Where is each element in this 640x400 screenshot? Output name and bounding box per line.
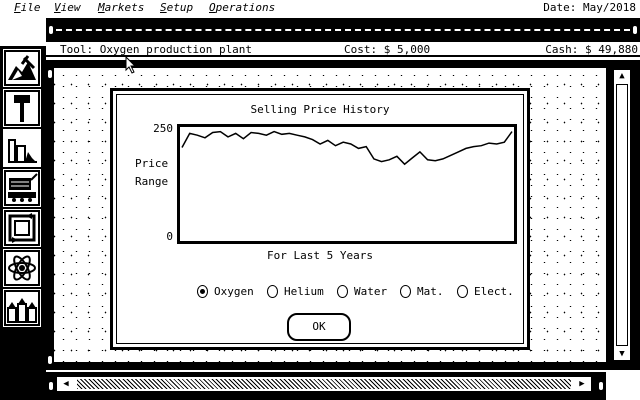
y-axis-label-line1: Price bbox=[135, 157, 169, 170]
radio-circle[interactable] bbox=[400, 284, 411, 298]
price-history-dialog: Selling Price History 250 0 Price Range … bbox=[110, 88, 530, 350]
bolt-icon bbox=[49, 26, 53, 34]
radio-water[interactable]: Water bbox=[337, 283, 387, 299]
current-tool-label: Tool: Oxygen production plant bbox=[60, 43, 253, 56]
mining-tool-button[interactable] bbox=[3, 49, 41, 87]
vertical-scroll-track[interactable] bbox=[616, 84, 628, 346]
bolt-icon bbox=[49, 382, 53, 390]
status-bar: Tool: Oxygen production plant Cost: $ 5,… bbox=[46, 43, 640, 57]
dialog-title: Selling Price History bbox=[250, 103, 390, 116]
hammer-tool-button[interactable] bbox=[3, 89, 41, 127]
recycle-button[interactable] bbox=[3, 209, 41, 247]
price-chart-svg bbox=[181, 130, 513, 166]
radio-oxygen[interactable]: Oxygen bbox=[197, 283, 254, 299]
transport-vehicle-icon bbox=[8, 173, 38, 202]
scroll-up-icon[interactable]: ▲ bbox=[617, 71, 627, 81]
menu-view[interactable]: View bbox=[54, 1, 81, 15]
menu-file[interactable]: File bbox=[14, 1, 41, 15]
horizontal-scroll-frame: ◀ ▶ bbox=[46, 372, 606, 400]
radio-helium[interactable]: Helium bbox=[267, 283, 324, 299]
habitat-buildings-icon bbox=[7, 298, 37, 323]
hammer-tool-icon bbox=[14, 95, 30, 122]
cost-label: Cost: $ 5,000 bbox=[344, 43, 431, 56]
radio-circle[interactable] bbox=[197, 284, 208, 298]
y-tick-bottom: 0 bbox=[166, 230, 173, 243]
tool-palette bbox=[0, 46, 46, 400]
horizontal-scroll-track[interactable] bbox=[77, 379, 571, 389]
x-axis-label: For Last 5 Years bbox=[267, 249, 373, 262]
production-plant-icon bbox=[8, 139, 37, 163]
bolt-icon bbox=[633, 26, 637, 34]
mouse-pointer-icon bbox=[125, 56, 137, 74]
scroll-left-icon[interactable]: ◀ bbox=[59, 378, 73, 390]
atom-research-button[interactable] bbox=[3, 249, 41, 287]
title-banner bbox=[46, 18, 640, 42]
production-plant-button[interactable] bbox=[3, 129, 41, 167]
atom-research-icon bbox=[8, 255, 36, 281]
recycle-icon bbox=[8, 213, 36, 243]
y-tick-top: 250 bbox=[153, 122, 173, 135]
menu-operations[interactable]: Operations bbox=[209, 1, 275, 15]
radio-circle[interactable] bbox=[267, 284, 278, 298]
bolt-icon bbox=[599, 382, 603, 390]
game-date: Date: May/2018 bbox=[543, 1, 636, 14]
y-axis-label-line2: Range bbox=[135, 175, 169, 188]
radio-materials[interactable]: Mat. bbox=[400, 283, 444, 299]
horizontal-scrollbar[interactable]: ◀ ▶ bbox=[56, 376, 592, 392]
habitat-buildings-button[interactable] bbox=[3, 289, 41, 327]
radio-circle[interactable] bbox=[457, 284, 468, 298]
menu-markets[interactable]: Markets bbox=[98, 1, 144, 15]
menu-bar: File View Markets Setup Operations Date:… bbox=[0, 0, 640, 16]
scroll-down-icon[interactable]: ▼ bbox=[617, 349, 627, 359]
menu-setup[interactable]: Setup bbox=[160, 1, 193, 15]
transport-vehicle-button[interactable] bbox=[3, 169, 41, 207]
mining-tool-icon bbox=[8, 55, 36, 80]
scroll-right-icon[interactable]: ▶ bbox=[575, 378, 589, 390]
cash-label: Cash: $ 49,880 bbox=[545, 43, 638, 56]
price-series-line bbox=[181, 130, 513, 166]
radio-circle[interactable] bbox=[337, 284, 348, 298]
radio-electricity[interactable]: Elect. bbox=[457, 283, 514, 299]
commodity-radio-group: Oxygen Helium Water Mat. Elect. bbox=[197, 283, 527, 299]
bolt-icon bbox=[48, 356, 52, 364]
ok-button[interactable]: OK bbox=[287, 313, 351, 341]
price-chart bbox=[177, 124, 517, 244]
bolt-icon bbox=[48, 70, 52, 78]
banner-dashes bbox=[56, 29, 630, 31]
vertical-scrollbar[interactable]: ▲ ▼ bbox=[612, 68, 632, 362]
